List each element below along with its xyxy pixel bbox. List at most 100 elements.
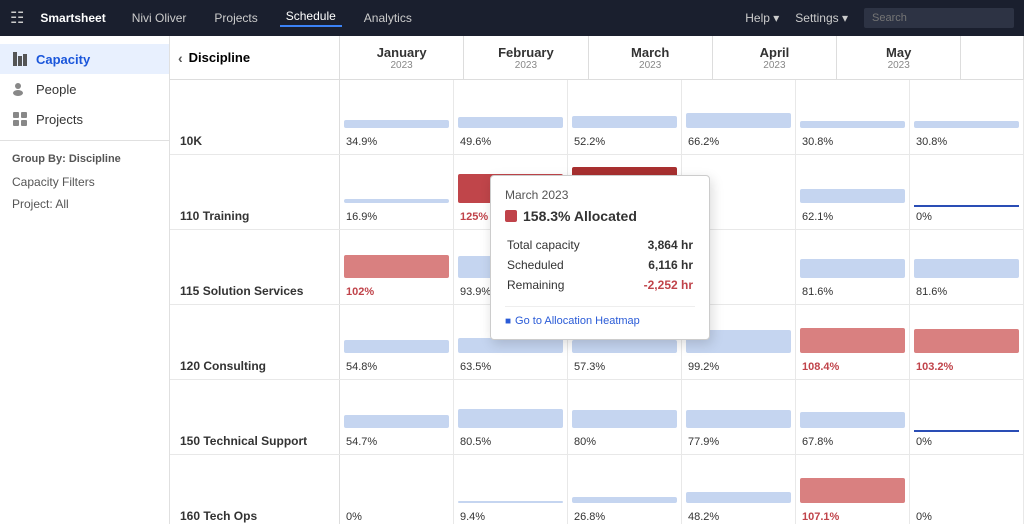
cell-pct-5-4: 107.1% xyxy=(802,511,839,523)
cell-0-2[interactable]: 52.2% xyxy=(568,80,682,154)
sidebar-item-people[interactable]: People xyxy=(0,74,169,104)
cell-4-0[interactable]: 54.7% xyxy=(340,380,454,454)
month-year: 2023 xyxy=(888,60,910,71)
tooltip-row-scheduled: Scheduled 6,116 hr xyxy=(507,256,693,274)
data-area: March 2023 158.3% Allocated Total capaci… xyxy=(170,80,1024,524)
cell-3-4[interactable]: 108.4% xyxy=(796,305,910,379)
nav-schedule[interactable]: Schedule xyxy=(280,9,342,27)
tooltip-remaining-label: Remaining xyxy=(507,276,617,294)
month-year: 2023 xyxy=(763,60,785,71)
cell-bar-3-2 xyxy=(572,340,677,353)
nav-analytics[interactable]: Analytics xyxy=(358,11,418,25)
row-label-3: 120 Consulting xyxy=(170,305,340,379)
settings-button[interactable]: Settings ▾ xyxy=(795,11,848,25)
tooltip-dot xyxy=(505,210,517,222)
cell-5-1[interactable]: 9.4% xyxy=(454,455,568,524)
cell-pct-3-4: 108.4% xyxy=(802,361,839,373)
cell-pct-4-0: 54.7% xyxy=(346,436,377,448)
month-year: 2023 xyxy=(391,60,413,71)
tooltip-link[interactable]: ■ Go to Allocation Heatmap xyxy=(505,306,695,327)
header-month-extra xyxy=(961,36,1024,79)
cell-4-1[interactable]: 80.5% xyxy=(454,380,568,454)
cell-0-0[interactable]: 34.9% xyxy=(340,80,454,154)
cell-bar-4-4 xyxy=(800,412,905,428)
tooltip: March 2023 158.3% Allocated Total capaci… xyxy=(490,175,710,340)
tooltip-row-remaining: Remaining -2,252 hr xyxy=(507,276,693,294)
cell-5-5[interactable]: 0% xyxy=(910,455,1024,524)
header-month-1: February2023 xyxy=(464,36,588,79)
row-cells-4: 54.7% 80.5% 80% 77.9% 67.8% 0% xyxy=(340,380,1024,454)
cell-pct-1-1: 125% xyxy=(460,211,488,223)
cell-pct-0-0: 34.9% xyxy=(346,136,377,148)
cell-4-3[interactable]: 77.9% xyxy=(682,380,796,454)
tooltip-row-capacity: Total capacity 3,864 hr xyxy=(507,236,693,254)
cell-3-5[interactable]: 103.2% xyxy=(910,305,1024,379)
cell-5-2[interactable]: 26.8% xyxy=(568,455,682,524)
grid-icon[interactable]: ☷ xyxy=(10,8,24,28)
cell-pct-0-4: 30.8% xyxy=(802,136,833,148)
cell-5-0[interactable]: 0% xyxy=(340,455,454,524)
row-label-5: 160 Tech Ops xyxy=(170,455,340,524)
sidebar-projects-label: Projects xyxy=(36,112,83,127)
cell-bar-1-4 xyxy=(800,189,905,203)
cell-line-4-5 xyxy=(914,430,1019,432)
month-year: 2023 xyxy=(639,60,661,71)
cell-5-3[interactable]: 48.2% xyxy=(682,455,796,524)
cell-bar-2-4 xyxy=(800,259,905,278)
header-month-2: March2023 xyxy=(589,36,713,79)
cell-4-4[interactable]: 67.8% xyxy=(796,380,910,454)
cell-pct-5-5: 0% xyxy=(916,511,932,523)
cell-pct-2-5: 81.6% xyxy=(916,286,947,298)
tooltip-allocated-pct: 158.3% Allocated xyxy=(523,208,637,224)
back-arrow-icon[interactable]: ‹ xyxy=(178,50,183,66)
people-icon xyxy=(12,81,28,97)
cell-2-0[interactable]: 102% xyxy=(340,230,454,304)
cell-5-4[interactable]: 107.1% xyxy=(796,455,910,524)
cell-bar-3-5 xyxy=(914,329,1019,353)
tooltip-link-label: Go to Allocation Heatmap xyxy=(515,315,640,327)
cell-bar-4-1 xyxy=(458,409,563,428)
cell-1-5[interactable]: 0% xyxy=(910,155,1024,229)
sidebar-capacity-filters[interactable]: Capacity Filters xyxy=(0,171,169,193)
cell-pct-4-4: 67.8% xyxy=(802,436,833,448)
brand-label: Smartsheet xyxy=(40,11,105,25)
nav-projects[interactable]: Projects xyxy=(208,11,263,25)
cell-2-5[interactable]: 81.6% xyxy=(910,230,1024,304)
cell-pct-3-2: 57.3% xyxy=(574,361,605,373)
cell-3-0[interactable]: 54.8% xyxy=(340,305,454,379)
sidebar-item-projects[interactable]: Projects xyxy=(0,104,169,134)
sidebar-capacity-label: Capacity xyxy=(36,52,90,67)
cell-pct-2-0: 102% xyxy=(346,286,374,298)
nav-user[interactable]: Nivi Oliver xyxy=(126,11,193,25)
header-month-4: May2023 xyxy=(837,36,961,79)
projects-icon xyxy=(12,111,28,127)
help-button[interactable]: Help ▾ xyxy=(745,11,779,25)
cell-0-5[interactable]: 30.8% xyxy=(910,80,1024,154)
main-layout: Capacity People Projects Group By: Disci… xyxy=(0,36,1024,524)
tooltip-remaining-value: -2,252 hr xyxy=(619,276,693,294)
cell-pct-0-2: 52.2% xyxy=(574,136,605,148)
cell-0-3[interactable]: 66.2% xyxy=(682,80,796,154)
cell-0-1[interactable]: 49.6% xyxy=(454,80,568,154)
month-name: April xyxy=(760,45,790,60)
row-label-1: 110 Training xyxy=(170,155,340,229)
cell-1-4[interactable]: 62.1% xyxy=(796,155,910,229)
cell-4-5[interactable]: 0% xyxy=(910,380,1024,454)
cell-line-1-5 xyxy=(914,205,1019,207)
cell-pct-4-5: 0% xyxy=(916,436,932,448)
cell-4-2[interactable]: 80% xyxy=(568,380,682,454)
cell-pct-0-1: 49.6% xyxy=(460,136,491,148)
cell-1-0[interactable]: 16.9% xyxy=(340,155,454,229)
cell-2-4[interactable]: 81.6% xyxy=(796,230,910,304)
tooltip-capacity-value: 3,864 hr xyxy=(619,236,693,254)
month-name: February xyxy=(498,45,554,60)
cell-0-4[interactable]: 30.8% xyxy=(796,80,910,154)
tooltip-scheduled-value: 6,116 hr xyxy=(619,256,693,274)
search-input[interactable] xyxy=(864,8,1014,28)
header-discipline[interactable]: ‹ Discipline xyxy=(170,36,340,79)
cell-pct-4-2: 80% xyxy=(574,436,596,448)
sidebar-people-label: People xyxy=(36,82,76,97)
cell-pct-0-3: 66.2% xyxy=(688,136,719,148)
header-row: ‹ Discipline January2023February2023Marc… xyxy=(170,36,1024,80)
sidebar-item-capacity[interactable]: Capacity xyxy=(0,44,169,74)
